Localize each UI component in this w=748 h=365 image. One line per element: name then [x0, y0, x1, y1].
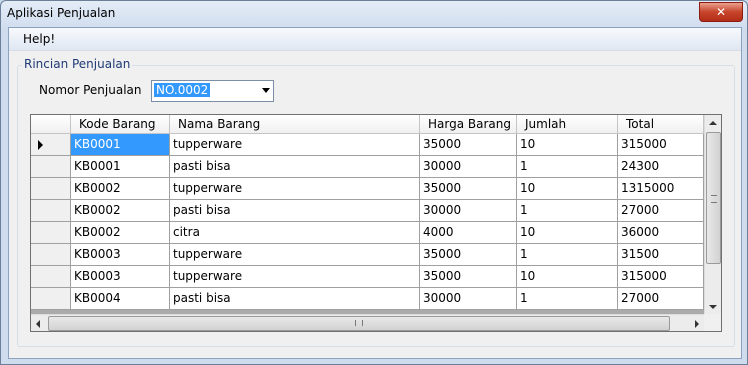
table-cell[interactable]: 315000 [618, 266, 704, 288]
table-row[interactable]: KB0003 tupperware 35000 1 31500 [31, 244, 704, 266]
column-header[interactable]: Nama Barang [170, 115, 420, 134]
table-cell[interactable]: pasti bisa [170, 200, 420, 222]
table-cell[interactable]: tupperware [170, 134, 420, 156]
table-row[interactable]: KB0003 tupperware 35000 10 315000 [31, 266, 704, 288]
table-cell[interactable]: 35000 [420, 266, 517, 288]
nomor-penjualan-value: NO.0002 [154, 83, 211, 97]
horizontal-scrollbar[interactable] [31, 314, 704, 331]
table-cell[interactable]: 30000 [420, 288, 517, 310]
table-cell[interactable]: 35000 [420, 178, 517, 200]
table-cell[interactable]: 24300 [618, 156, 704, 178]
table-cell[interactable]: 1 [517, 288, 618, 310]
grip-icon [355, 320, 363, 326]
row-header[interactable] [31, 222, 71, 244]
main-window: Aplikasi Penjualan ✕ Help! Rincian Penju… [0, 0, 748, 365]
table-cell[interactable]: 315000 [618, 134, 704, 156]
client-area: Help! Rincian Penjualan Nomor Penjualan … [8, 27, 742, 359]
table-cell[interactable]: 27000 [618, 200, 704, 222]
row-header[interactable] [31, 156, 71, 178]
table-cell[interactable]: KB0002 [71, 200, 170, 222]
scroll-corner [704, 314, 721, 331]
sales-detail-grid[interactable]: Kode Barang Nama Barang Harga Barang Jumlah… [30, 114, 722, 332]
table-cell[interactable]: KB0003 [71, 266, 170, 288]
row-header[interactable] [31, 178, 71, 200]
table-cell[interactable]: tupperware [170, 266, 420, 288]
row-header[interactable] [31, 200, 71, 222]
table-cell[interactable]: 10 [517, 222, 618, 244]
nomor-penjualan-label: Nomor Penjualan [39, 83, 142, 97]
table-cell[interactable]: 36000 [618, 222, 704, 244]
groupbox-legend: Rincian Penjualan [22, 57, 133, 71]
row-header[interactable] [31, 134, 71, 156]
nomor-penjualan-combobox[interactable]: NO.0002 [151, 80, 274, 102]
table-cell[interactable]: 30000 [420, 156, 517, 178]
column-header[interactable]: Harga Barang [420, 115, 517, 134]
close-button[interactable]: ✕ [699, 2, 743, 22]
table-cell[interactable]: pasti bisa [170, 288, 420, 310]
grid-header: Kode Barang Nama Barang Harga Barang Jumlah… [31, 115, 704, 135]
current-row-arrow-icon [38, 140, 43, 150]
table-row[interactable]: KB0002 tupperware 35000 10 1315000 [31, 178, 704, 200]
table-row[interactable]: KB0001 tupperware 35000 10 315000 [31, 134, 704, 156]
table-cell[interactable]: KB0001 [71, 156, 170, 178]
table-cell[interactable]: 35000 [420, 244, 517, 266]
table-cell[interactable]: 1315000 [618, 178, 704, 200]
column-header[interactable]: Jumlah [517, 115, 618, 134]
table-cell[interactable]: tupperware [170, 244, 420, 266]
table-cell[interactable]: 31500 [618, 244, 704, 266]
window-title: Aplikasi Penjualan [7, 6, 116, 20]
table-cell[interactable]: 27000 [618, 288, 704, 310]
row-header[interactable] [31, 244, 71, 266]
row-header[interactable] [31, 288, 71, 310]
table-cell[interactable]: 1 [517, 244, 618, 266]
table-cell[interactable]: 10 [517, 178, 618, 200]
table-cell[interactable]: 4000 [420, 222, 517, 244]
grid-rows: KB0001 tupperware 35000 10 315000 KB0001 pasti… [31, 134, 704, 310]
table-cell[interactable]: KB0002 [71, 178, 170, 200]
table-row[interactable]: KB0002 citra 4000 10 36000 [31, 222, 704, 244]
menu-bar: Help! [9, 28, 741, 51]
row-header[interactable] [31, 266, 71, 288]
column-header[interactable]: Kode Barang [71, 115, 170, 134]
table-cell[interactable]: KB0003 [71, 244, 170, 266]
table-cell[interactable]: KB0001 [71, 134, 170, 156]
table-row[interactable]: KB0004 pasti bisa 30000 1 27000 [31, 288, 704, 310]
table-cell[interactable]: 30000 [420, 200, 517, 222]
scroll-right-icon[interactable] [695, 320, 699, 328]
vertical-scrollbar[interactable] [704, 115, 721, 314]
column-header[interactable]: Total [618, 115, 704, 134]
scroll-up-icon[interactable] [709, 121, 717, 125]
chevron-down-icon[interactable] [262, 88, 270, 93]
grip-icon [711, 195, 717, 203]
table-cell[interactable]: KB0004 [71, 288, 170, 310]
title-bar[interactable]: Aplikasi Penjualan ✕ [1, 1, 747, 27]
table-cell[interactable]: 10 [517, 134, 618, 156]
table-cell[interactable]: 1 [517, 156, 618, 178]
scroll-down-icon[interactable] [709, 305, 717, 309]
table-cell[interactable]: 1 [517, 200, 618, 222]
grid-corner-header [31, 115, 71, 134]
table-cell[interactable]: 35000 [420, 134, 517, 156]
scroll-left-icon[interactable] [36, 320, 40, 328]
menu-help[interactable]: Help! [23, 32, 55, 46]
table-cell[interactable]: 10 [517, 266, 618, 288]
table-cell[interactable]: KB0002 [71, 222, 170, 244]
table-row[interactable]: KB0001 pasti bisa 30000 1 24300 [31, 156, 704, 178]
vertical-scroll-thumb[interactable] [706, 132, 721, 264]
table-cell[interactable]: pasti bisa [170, 156, 420, 178]
table-cell[interactable]: tupperware [170, 178, 420, 200]
table-cell[interactable]: citra [170, 222, 420, 244]
close-icon: ✕ [715, 5, 727, 19]
table-row[interactable]: KB0002 pasti bisa 30000 1 27000 [31, 200, 704, 222]
horizontal-scroll-thumb[interactable] [48, 316, 670, 331]
